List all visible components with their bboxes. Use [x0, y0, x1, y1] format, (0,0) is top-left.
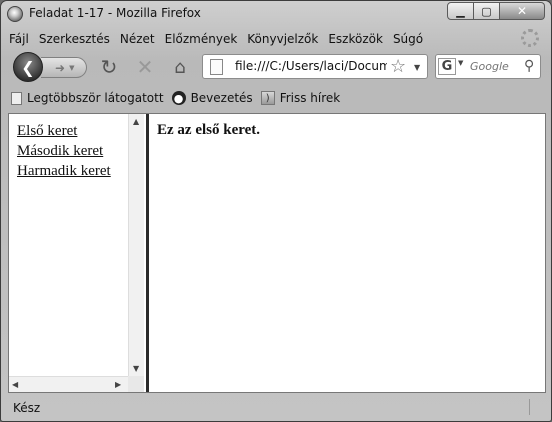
- link-first-frame[interactable]: Első keret: [17, 121, 111, 141]
- status-bar: Kész: [1, 395, 551, 421]
- stop-icon[interactable]: ✕: [133, 55, 157, 79]
- close-icon: ✕: [516, 4, 528, 18]
- forward-arrow-icon: ➜: [55, 60, 66, 75]
- page-icon: [11, 91, 22, 105]
- google-icon[interactable]: G: [438, 58, 456, 75]
- star-icon[interactable]: ☆: [390, 56, 406, 77]
- engine-dropdown-icon[interactable]: ▼: [458, 59, 463, 67]
- home-icon[interactable]: ⌂: [168, 55, 192, 79]
- frame-link-list: Első keret Második keret Harmadik keret: [17, 121, 111, 181]
- navigation-toolbar: ➜ ▼ ❮ ↻ ✕ ⌂ file:///C:/Users/laci/Docume…: [1, 51, 551, 83]
- maximize-icon: ▢: [481, 4, 492, 18]
- url-bar[interactable]: file:///C:/Users/laci/Documents/ ☆ ▼: [202, 54, 428, 79]
- menu-file[interactable]: Fájl: [9, 29, 29, 49]
- menu-bookmarks[interactable]: Könyvjelzők: [247, 29, 318, 49]
- throbber-icon: [521, 29, 539, 47]
- right-frame: Ez az első keret.: [149, 114, 545, 392]
- search-icon[interactable]: ⚲: [524, 56, 534, 77]
- history-dropdown-icon: ▼: [69, 63, 75, 72]
- bookmark-label: Legtöbbször látogatott: [27, 91, 164, 105]
- bookmark-latest-headlines[interactable]: ) Friss hírek: [260, 91, 341, 105]
- bookmark-label: Friss hírek: [279, 91, 341, 105]
- title-bar: Feladat 1-17 - Mozilla Firefox ▁ ▢ ✕: [1, 1, 551, 27]
- search-bar: G ▼ ⚲: [435, 54, 541, 79]
- url-dropdown-icon[interactable]: ▼: [414, 57, 420, 78]
- menu-edit[interactable]: Szerkesztés: [39, 29, 110, 49]
- menu-help[interactable]: Súgó: [393, 29, 423, 49]
- scroll-down-icon[interactable]: ▼: [133, 364, 139, 373]
- window-controls: ▁ ▢ ✕: [447, 2, 545, 21]
- back-button[interactable]: ❮: [13, 52, 43, 82]
- menu-tools[interactable]: Eszközök: [328, 29, 383, 49]
- page-content: Első keret Második keret Harmadik keret …: [8, 113, 546, 393]
- minimize-icon: ▁: [456, 4, 465, 18]
- frame-heading: Ez az első keret.: [157, 122, 261, 138]
- left-frame: Első keret Második keret Harmadik keret …: [9, 114, 147, 392]
- browser-window: Feladat 1-17 - Mozilla Firefox ▁ ▢ ✕ Fáj…: [0, 0, 552, 422]
- close-button[interactable]: ✕: [500, 2, 545, 20]
- reload-icon[interactable]: ↻: [97, 55, 121, 79]
- horizontal-scrollbar[interactable]: ◀ ▶: [9, 376, 128, 392]
- rss-icon: ): [260, 91, 275, 105]
- url-text[interactable]: file:///C:/Users/laci/Documents/: [235, 55, 387, 78]
- firefox-app-icon: [7, 6, 23, 22]
- search-input[interactable]: [470, 58, 518, 75]
- page-icon: [210, 59, 223, 75]
- back-arrow-icon: ❮: [21, 57, 35, 77]
- scroll-right-icon[interactable]: ▶: [115, 380, 121, 389]
- minimize-button[interactable]: ▁: [447, 2, 474, 20]
- bookmark-label: Bevezetés: [190, 91, 253, 105]
- menu-view[interactable]: Nézet: [120, 29, 155, 49]
- menu-history[interactable]: Előzmények: [165, 29, 238, 49]
- bookmark-most-visited[interactable]: Legtöbbször látogatott: [11, 91, 164, 105]
- firefox-icon: ●: [171, 91, 186, 105]
- link-second-frame[interactable]: Második keret: [17, 141, 111, 161]
- link-third-frame[interactable]: Harmadik keret: [17, 161, 111, 181]
- vertical-scrollbar[interactable]: ▲ ▼: [128, 114, 144, 376]
- maximize-button[interactable]: ▢: [474, 2, 500, 20]
- window-title: Feladat 1-17 - Mozilla Firefox: [29, 6, 201, 20]
- status-text: Kész: [13, 401, 41, 415]
- menu-bar: Fájl Szerkesztés Nézet Előzmények Könyvj…: [1, 29, 551, 49]
- bookmarks-toolbar: Legtöbbször látogatott ● Bevezetés ) Fri…: [1, 87, 551, 109]
- scroll-up-icon[interactable]: ▲: [133, 117, 139, 126]
- bookmark-getting-started[interactable]: ● Bevezetés: [171, 91, 253, 105]
- forward-button[interactable]: ➜ ▼: [41, 57, 87, 78]
- scrollbar-corner: [128, 376, 144, 392]
- resize-grip-icon[interactable]: [529, 399, 543, 415]
- scroll-left-icon[interactable]: ◀: [12, 380, 18, 389]
